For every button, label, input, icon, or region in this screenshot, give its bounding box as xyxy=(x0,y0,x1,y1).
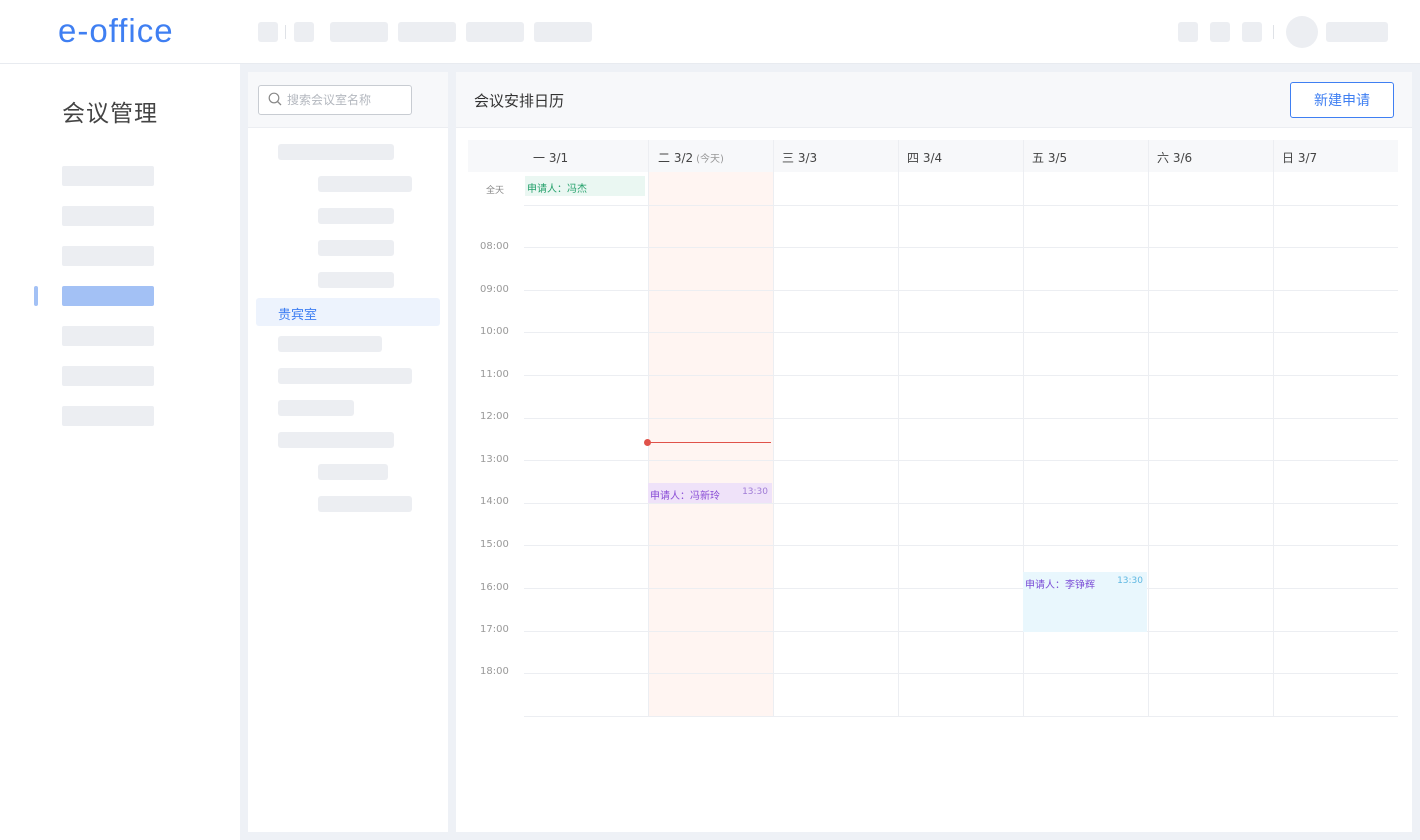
nav-item[interactable] xyxy=(62,206,154,226)
event-allday-mon[interactable]: 申请人：冯杰 xyxy=(525,176,645,196)
day-header-label: 二 3/2 xyxy=(658,151,694,165)
nav-active-marker xyxy=(34,286,38,306)
room-panel-header xyxy=(248,72,448,128)
row-divider xyxy=(524,503,1398,504)
row-divider xyxy=(524,247,1398,248)
day-header-sat[interactable]: 六 3/6 xyxy=(1157,149,1192,166)
room-group-placeholder[interactable] xyxy=(278,336,382,352)
event-time: 13:30 xyxy=(1117,576,1143,586)
time-label: 14:00 xyxy=(480,496,509,507)
column-divider xyxy=(898,140,899,716)
row-divider xyxy=(524,205,1398,206)
header-icon-placeholder[interactable] xyxy=(1178,22,1198,42)
left-nav: 会议管理 xyxy=(0,64,240,840)
day-header-mon[interactable]: 一 3/1 xyxy=(533,149,568,166)
app-logo[interactable]: e-office xyxy=(58,12,174,50)
time-label: 17:00 xyxy=(480,624,509,635)
room-item-placeholder[interactable] xyxy=(318,240,394,256)
event-fri[interactable]: 申请人：李铮辉 13:30 xyxy=(1023,572,1147,632)
nav-item[interactable] xyxy=(62,166,154,186)
room-group-placeholder[interactable] xyxy=(278,368,412,384)
room-group-placeholder[interactable] xyxy=(278,432,394,448)
row-divider xyxy=(524,375,1398,376)
current-time-line xyxy=(649,442,771,443)
event-applicant: 申请人：冯新玲 xyxy=(650,491,720,502)
top-menu-placeholder[interactable] xyxy=(466,22,524,42)
allday-label: 全天 xyxy=(486,186,505,196)
top-menu-placeholder[interactable] xyxy=(330,22,388,42)
room-search[interactable] xyxy=(258,85,412,115)
calendar-title: 会议安排日历 xyxy=(474,92,565,110)
row-divider xyxy=(524,588,1398,589)
toolbar-divider xyxy=(285,25,286,39)
column-divider xyxy=(1148,140,1149,716)
header-icon-placeholder[interactable] xyxy=(1242,22,1262,42)
nav-item-active[interactable] xyxy=(62,286,154,306)
calendar-header: 会议安排日历 新建申请 xyxy=(456,72,1412,128)
day-header-sun[interactable]: 日 3/7 xyxy=(1282,149,1317,166)
row-divider xyxy=(524,545,1398,546)
event-tue[interactable]: 申请人：冯新玲 13:30 xyxy=(648,483,772,503)
row-divider xyxy=(524,716,1398,717)
room-panel: 贵宾室 xyxy=(248,72,448,832)
day-header-wed[interactable]: 三 3/3 xyxy=(782,149,817,166)
room-item-label: 贵宾室 xyxy=(278,308,318,323)
top-menu-placeholder[interactable] xyxy=(398,22,456,42)
room-item-placeholder[interactable] xyxy=(318,208,394,224)
header-icon-placeholder[interactable] xyxy=(1210,22,1230,42)
day-header-tue[interactable]: 二 3/2 (今天) xyxy=(658,149,724,166)
time-label: 09:00 xyxy=(480,284,509,295)
day-header-thu[interactable]: 四 3/4 xyxy=(907,149,942,166)
toolbar-placeholder[interactable] xyxy=(258,22,278,42)
toolbar-placeholder[interactable] xyxy=(294,22,314,42)
room-search-input[interactable] xyxy=(287,88,407,112)
room-item-placeholder[interactable] xyxy=(318,464,388,480)
nav-item[interactable] xyxy=(62,366,154,386)
time-label: 11:00 xyxy=(480,369,509,380)
nav-item[interactable] xyxy=(62,326,154,346)
today-tag: (今天) xyxy=(696,154,724,165)
room-group-placeholder[interactable] xyxy=(278,144,394,160)
room-item-placeholder[interactable] xyxy=(318,272,394,288)
day-header-fri[interactable]: 五 3/5 xyxy=(1032,149,1067,166)
event-applicant: 申请人：冯杰 xyxy=(527,184,587,195)
avatar[interactable] xyxy=(1286,16,1318,48)
column-divider xyxy=(1273,140,1274,716)
header-divider xyxy=(1273,25,1274,39)
row-divider xyxy=(524,631,1398,632)
nav-item[interactable] xyxy=(62,406,154,426)
column-divider xyxy=(773,140,774,716)
top-bar: e-office xyxy=(0,0,1420,64)
time-label: 18:00 xyxy=(480,666,509,677)
row-divider xyxy=(524,673,1398,674)
row-divider xyxy=(524,460,1398,461)
room-group-placeholder[interactable] xyxy=(278,400,354,416)
new-request-button[interactable]: 新建申请 xyxy=(1290,82,1394,118)
calendar-panel: 会议安排日历 新建申请 一 3/1 二 3/2 (今天) 三 3/3 四 3/4 … xyxy=(456,72,1412,832)
current-time-dot xyxy=(644,439,651,446)
time-label: 08:00 xyxy=(480,241,509,252)
user-name-placeholder[interactable] xyxy=(1326,22,1388,42)
column-divider xyxy=(648,140,649,716)
nav-item[interactable] xyxy=(62,246,154,266)
today-column xyxy=(649,172,773,716)
time-label: 16:00 xyxy=(480,582,509,593)
room-item-selected[interactable]: 贵宾室 xyxy=(256,298,440,326)
search-icon xyxy=(268,92,282,106)
event-applicant: 申请人：李铮辉 xyxy=(1025,580,1095,591)
event-time: 13:30 xyxy=(742,487,768,497)
module-title: 会议管理 xyxy=(62,101,158,127)
room-item-placeholder[interactable] xyxy=(318,496,412,512)
row-divider xyxy=(524,418,1398,419)
time-label: 13:00 xyxy=(480,454,509,465)
row-divider xyxy=(524,290,1398,291)
time-label: 12:00 xyxy=(480,411,509,422)
row-divider xyxy=(524,332,1398,333)
top-menu-placeholder[interactable] xyxy=(534,22,592,42)
time-label: 10:00 xyxy=(480,326,509,337)
room-item-placeholder[interactable] xyxy=(318,176,412,192)
time-label: 15:00 xyxy=(480,539,509,550)
